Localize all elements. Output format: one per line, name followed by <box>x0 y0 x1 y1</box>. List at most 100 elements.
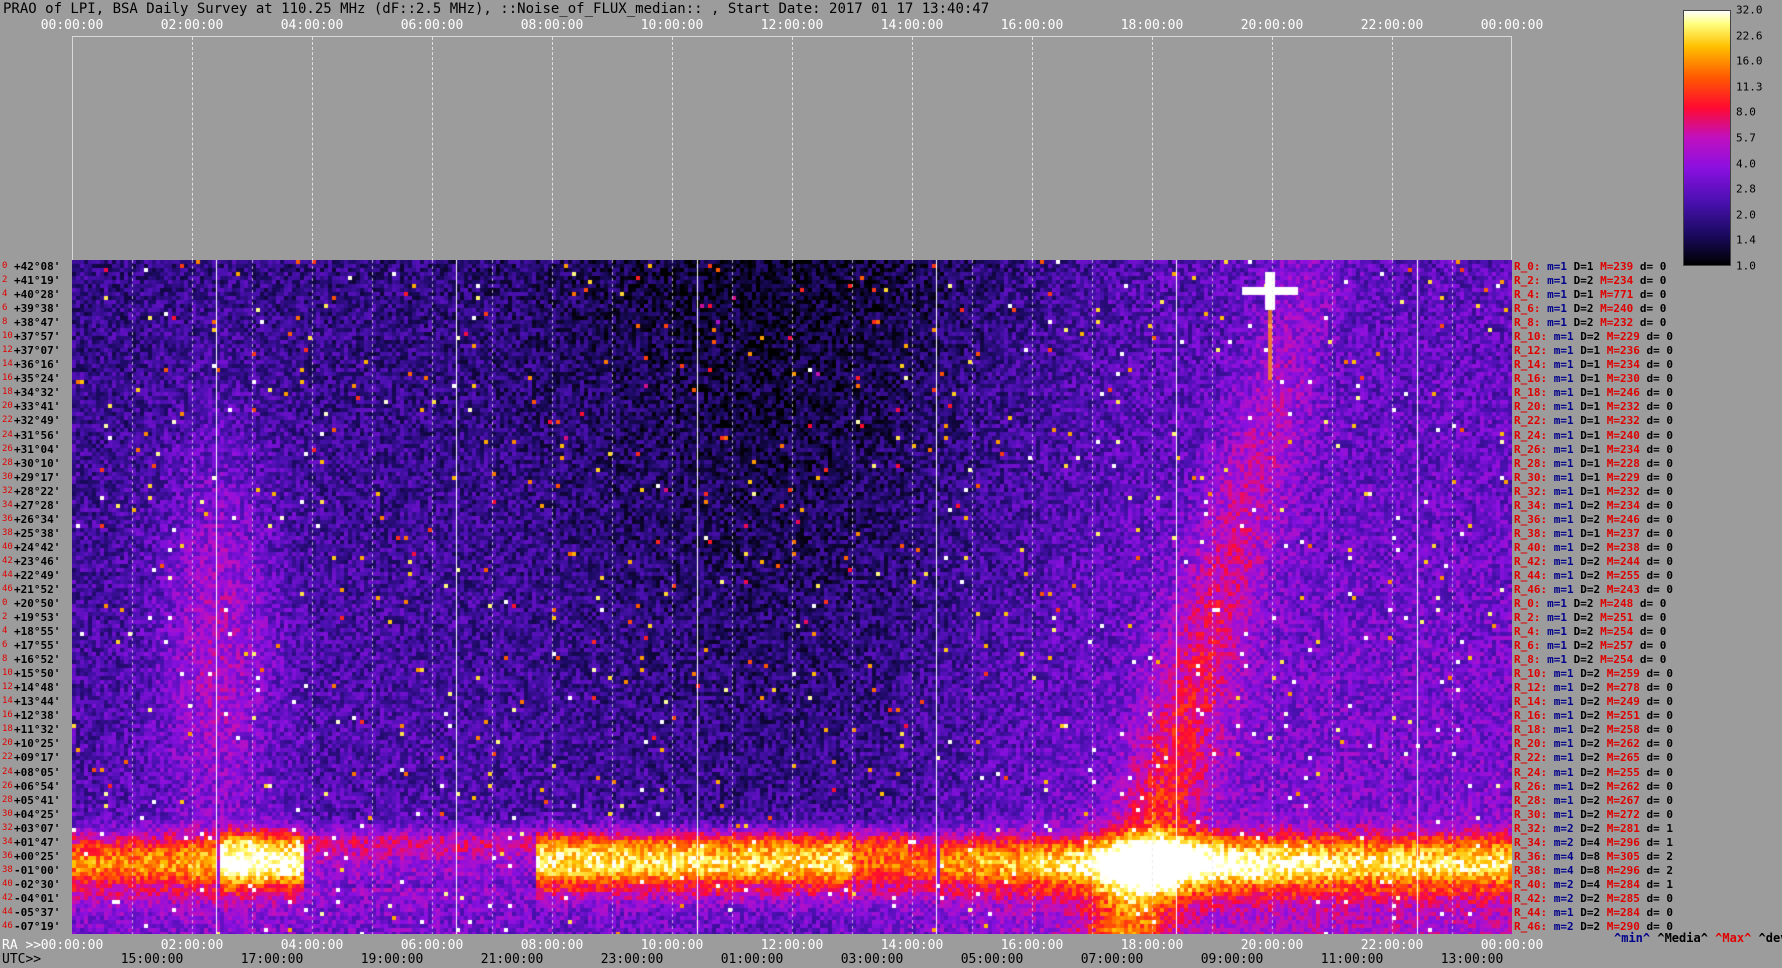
row-stat-key: m= <box>1547 919 1567 933</box>
row-stat-key: m= <box>1547 582 1567 596</box>
declination-label: +35°24' <box>14 372 61 386</box>
row-stat-M: 229 <box>1620 330 1640 344</box>
row-stat-key: M= <box>1600 386 1620 400</box>
row-stat-dv: 0 <box>1666 695 1673 709</box>
row-stat-key: m= <box>1547 428 1567 442</box>
row-stat-key: M= <box>1600 554 1620 568</box>
row-stat-key: d= <box>1639 667 1667 681</box>
row-stat-dv: 0 <box>1666 484 1673 498</box>
row-stat-M: 230 <box>1620 372 1640 386</box>
row-stat-key: d= <box>1639 877 1667 891</box>
row-stat-key: M= <box>1600 849 1620 863</box>
row-stat-m: 1 <box>1567 737 1574 751</box>
row-stat-key: M= <box>1600 358 1620 372</box>
row-stat-key: M= <box>1593 639 1614 653</box>
row-stat-M: 284 <box>1620 905 1640 919</box>
row-stat-M: 278 <box>1620 681 1640 695</box>
row-stat-m: 1 <box>1560 274 1567 288</box>
row-stat-d: 2 <box>1586 625 1594 639</box>
row-stat: R_16: m=1 D=2 M=251 d= 0 <box>1514 710 1673 721</box>
row-stat: R_30: m=1 D=1 M=229 d= 0 <box>1514 472 1673 483</box>
row-stat-key: m= <box>1547 863 1567 877</box>
declination-label: +06°54' <box>14 779 61 793</box>
row-index: 4 <box>2 289 8 300</box>
row-stat-key: m= <box>1540 260 1561 273</box>
colorbar-tick: 11.3 <box>1736 80 1763 94</box>
row-stat-dv: 0 <box>1659 639 1667 653</box>
row-stat-M: 236 <box>1620 344 1640 358</box>
row-stat-M: 234 <box>1620 498 1640 512</box>
row-stat-key: D= <box>1573 807 1594 821</box>
colorbar-tick: 4.0 <box>1736 157 1756 171</box>
row-stat-key: M= <box>1600 582 1620 596</box>
row-stat-key: d= <box>1639 428 1667 442</box>
row-stat-dv: 1 <box>1666 821 1673 835</box>
ra-axis-tick: 06:00:00 <box>400 938 464 953</box>
row-stat: R_44: m=1 D=2 M=255 d= 0 <box>1514 570 1673 581</box>
row-stat-m: 1 <box>1560 316 1567 330</box>
row-stat-m: 1 <box>1567 526 1574 540</box>
row-stat-key: D= <box>1573 484 1594 498</box>
row-stat-M: 240 <box>1613 302 1634 316</box>
row-stat: R_34: m=2 D=4 M=296 d= 1 <box>1514 837 1673 848</box>
declination-label: +25°38' <box>14 526 61 540</box>
row-stat-m: 1 <box>1567 498 1574 512</box>
row-stat-dv: 0 <box>1666 456 1673 470</box>
row-stat-r: R_30: <box>1514 807 1548 821</box>
row-stat-m: 1 <box>1567 582 1574 596</box>
row-stat-M: 246 <box>1620 386 1640 400</box>
row-stat-key: d= <box>1633 260 1660 273</box>
declination-label: +12°38' <box>14 709 61 723</box>
declination-label: +33°41' <box>14 400 61 414</box>
declination-label: +11°32' <box>14 723 61 737</box>
row-stat-key: D= <box>1573 835 1594 849</box>
row-stat-key: m= <box>1547 737 1567 751</box>
row-stat-r: R_36: <box>1514 849 1548 863</box>
row-stat-key: M= <box>1593 316 1614 330</box>
row-stat-key: D= <box>1573 667 1594 681</box>
legend-median: ^Media^ <box>1657 931 1708 945</box>
row-stat-r: R_2: <box>1514 274 1541 288</box>
row-stat-dv: 0 <box>1659 653 1667 667</box>
row-stat-r: R_6: <box>1514 302 1541 316</box>
row-stat: R_24: m=1 D=1 M=240 d= 0 <box>1514 430 1673 441</box>
row-stat-M: 228 <box>1620 456 1640 470</box>
row-index: 36 <box>2 513 13 524</box>
row-stat: R_8: m=1 D=2 M=232 d= 0 <box>1514 317 1666 328</box>
row-stat-r: R_34: <box>1514 498 1548 512</box>
top-axis-tick: 00:00:00 <box>1480 18 1544 33</box>
row-stat-r: R_2: <box>1514 611 1541 625</box>
row-stat-key: M= <box>1600 751 1620 765</box>
row-stat-r: R_18: <box>1514 723 1548 737</box>
row-stat-dv: 0 <box>1666 891 1673 905</box>
declination-label: +41°19' <box>14 274 61 288</box>
colorbar-tick: 8.0 <box>1736 105 1756 119</box>
row-stat-r: R_32: <box>1514 821 1548 835</box>
row-stat-m: 1 <box>1567 512 1574 526</box>
row-stat-r: R_10: <box>1514 330 1548 344</box>
row-stat: R_8: m=1 D=2 M=254 d= 0 <box>1514 654 1666 665</box>
declination-label: +01°47' <box>14 835 61 849</box>
row-stat: R_32: m=2 D=2 M=281 d= 1 <box>1514 823 1673 834</box>
row-stat-d: 2 <box>1586 302 1594 316</box>
declination-label: -02°30' <box>14 877 61 891</box>
row-stat-m: 1 <box>1567 330 1574 344</box>
row-stat-key: d= <box>1633 625 1660 639</box>
colorbar-tick: 5.7 <box>1736 131 1756 145</box>
row-stat-M: 232 <box>1613 316 1634 330</box>
row-stat-key: d= <box>1633 611 1660 625</box>
row-stat: R_4: m=1 D=1 M=771 d= 0 <box>1514 289 1666 300</box>
row-stat-key: D= <box>1567 611 1587 625</box>
row-stat-key: M= <box>1593 260 1614 273</box>
utc-axis-tick: 21:00:00 <box>480 952 544 967</box>
row-stat-M: 281 <box>1620 821 1640 835</box>
declination-label: +23°46' <box>14 554 61 568</box>
row-stat-key: D= <box>1573 344 1594 358</box>
ra-axis-tick: 00:00:00 <box>40 938 104 953</box>
row-stat-M: 234 <box>1620 358 1640 372</box>
row-stat: R_2: m=1 D=2 M=251 d= 0 <box>1514 612 1666 623</box>
row-stat-key: M= <box>1593 625 1614 639</box>
row-stat: R_40: m=2 D=4 M=284 d= 1 <box>1514 879 1673 890</box>
declination-label: +30°10' <box>14 456 61 470</box>
row-stat-r: R_46: <box>1514 919 1548 933</box>
